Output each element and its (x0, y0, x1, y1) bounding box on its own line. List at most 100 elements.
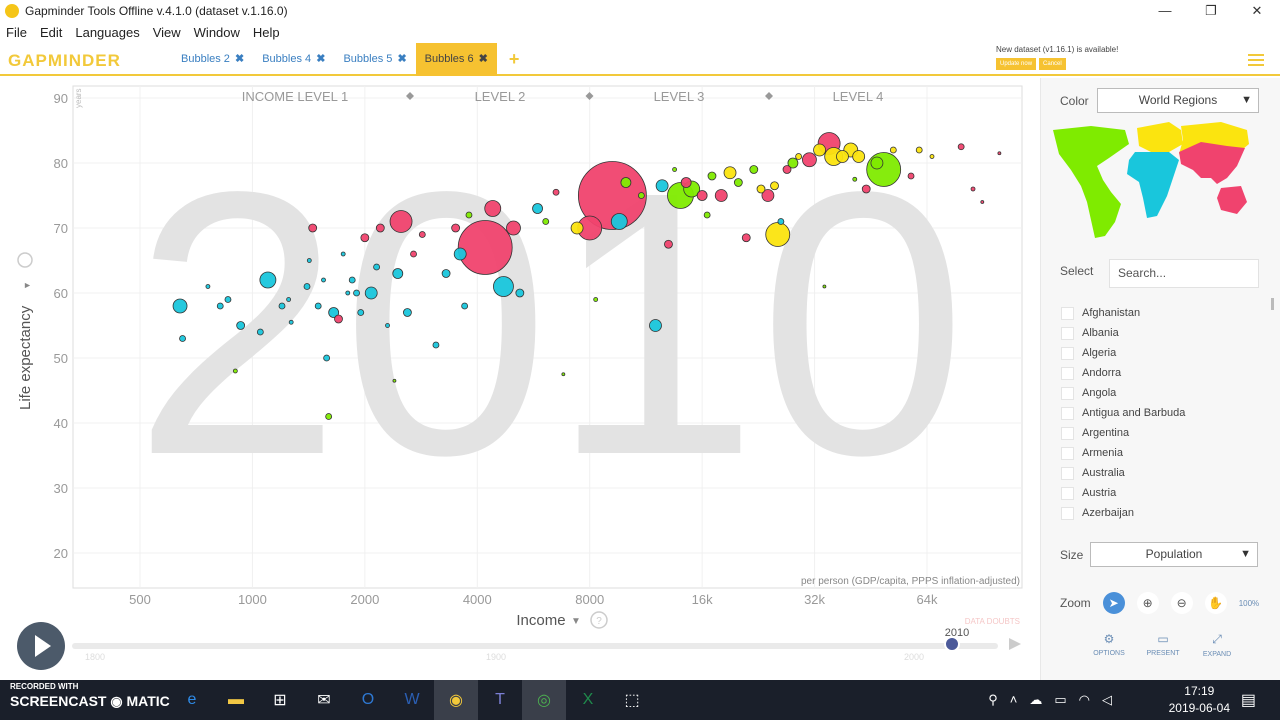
close-tab-icon[interactable]: ✖ (235, 53, 244, 65)
bubble[interactable] (957, 143, 965, 151)
bubble[interactable] (357, 309, 365, 316)
y-axis-caret-icon[interactable]: ▼ (22, 281, 32, 290)
word-icon[interactable]: W (390, 680, 434, 720)
bubble[interactable] (389, 210, 413, 233)
bubble[interactable] (288, 319, 294, 325)
bubble[interactable] (770, 181, 779, 191)
bubble[interactable] (593, 297, 599, 302)
tab-bubbles-2[interactable]: Bubbles 2 ✖ (172, 43, 253, 76)
store-icon[interactable]: ⊞ (258, 680, 302, 720)
bubble[interactable] (649, 319, 662, 332)
bubble[interactable] (782, 165, 792, 174)
bubble[interactable] (672, 167, 677, 172)
bubble[interactable] (970, 186, 976, 192)
bubble[interactable] (286, 297, 292, 302)
bubble[interactable] (756, 184, 766, 194)
bubble[interactable] (822, 284, 827, 289)
bubble[interactable] (532, 203, 543, 214)
add-tab-icon[interactable]: + (497, 43, 532, 76)
play-button[interactable] (17, 622, 65, 670)
close-button[interactable]: ✕ (1234, 0, 1280, 22)
bubble[interactable] (385, 323, 390, 328)
maximize-button[interactable]: ❐ (1188, 0, 1234, 22)
bubble[interactable] (813, 143, 826, 157)
x-axis-label[interactable]: Income (516, 612, 565, 629)
size-dropdown[interactable]: Population ▼ (1090, 542, 1258, 567)
zoom-out-icon[interactable]: ⊖ (1170, 592, 1193, 614)
bubble[interactable] (392, 268, 404, 279)
bubble[interactable] (861, 184, 871, 194)
bubble[interactable] (664, 239, 673, 249)
bubble[interactable] (915, 146, 923, 154)
checkbox[interactable] (1061, 386, 1074, 400)
checkbox[interactable] (1061, 306, 1074, 320)
menu-file[interactable]: File (0, 25, 34, 40)
bubble[interactable] (997, 151, 1002, 156)
list-item[interactable]: Albania (1061, 323, 1261, 343)
close-tab-icon[interactable]: ✖ (316, 53, 325, 65)
bubble[interactable] (570, 221, 584, 235)
bubble[interactable] (278, 302, 286, 310)
battery-icon[interactable]: ▭ (1054, 692, 1066, 708)
menu-window[interactable]: Window (188, 25, 247, 40)
bubble[interactable] (205, 284, 211, 289)
x-axis-caret-icon[interactable]: ▼ (571, 616, 581, 627)
zoom-in-icon[interactable]: ⊕ (1136, 592, 1159, 614)
list-item[interactable]: Australia (1061, 463, 1261, 483)
bubble[interactable] (373, 263, 380, 271)
menu-help[interactable]: Help (247, 25, 287, 40)
color-dropdown[interactable]: World Regions ▼ (1097, 88, 1259, 113)
bubble[interactable] (451, 223, 461, 233)
list-item[interactable]: Azerbaijan (1061, 503, 1261, 523)
taskbar-clock[interactable]: 17:19 2019-06-04 (1169, 683, 1230, 717)
bubble[interactable] (375, 223, 385, 233)
bubble[interactable] (224, 296, 232, 303)
minimize-button[interactable]: — (1142, 0, 1188, 22)
bubble[interactable] (733, 178, 743, 187)
bubble[interactable] (303, 283, 311, 290)
search-input[interactable]: Search... (1109, 259, 1259, 288)
bubble[interactable] (655, 179, 669, 193)
bubble[interactable] (461, 302, 469, 310)
chrome-icon[interactable]: ◎ (522, 680, 566, 720)
bubble[interactable] (870, 156, 884, 170)
bubble[interactable] (364, 286, 378, 300)
y-axis-info-icon[interactable] (17, 252, 33, 268)
bubble[interactable] (232, 368, 238, 374)
bubble[interactable] (334, 314, 343, 324)
bubble[interactable] (236, 321, 246, 330)
menu-edit[interactable]: Edit (34, 25, 69, 40)
bubble[interactable] (696, 190, 708, 201)
bubble[interactable] (321, 277, 326, 283)
checkbox[interactable] (1061, 406, 1074, 420)
bubble[interactable] (410, 250, 417, 258)
bubble[interactable] (418, 231, 426, 238)
options-button[interactable]: ⚙ OPTIONS (1091, 632, 1127, 658)
close-tab-icon[interactable]: ✖ (397, 53, 406, 65)
bubble[interactable] (306, 258, 312, 263)
bubble[interactable] (340, 251, 346, 257)
timeline-forward-icon[interactable] (1009, 638, 1021, 650)
list-item[interactable]: Afghanistan (1061, 303, 1261, 323)
bubble[interactable] (802, 152, 817, 168)
bubble[interactable] (741, 233, 751, 243)
list-item[interactable]: Algeria (1061, 343, 1261, 363)
bubble[interactable] (723, 166, 737, 180)
gapminder-logo[interactable]: GAPMINDER (8, 51, 121, 71)
people-icon[interactable]: ⚲ (988, 692, 998, 708)
bubble[interactable] (308, 223, 318, 233)
checkbox[interactable] (1061, 346, 1074, 360)
list-item[interactable]: Armenia (1061, 443, 1261, 463)
bubble[interactable] (929, 154, 935, 159)
data-doubts-link[interactable]: DATA DOUBTS (965, 617, 1020, 626)
checkbox[interactable] (1061, 366, 1074, 380)
bubble[interactable] (172, 298, 188, 314)
bubble[interactable] (345, 290, 351, 296)
list-item[interactable]: Austria (1061, 483, 1261, 503)
menu-view[interactable]: View (147, 25, 188, 40)
list-item[interactable]: Andorra (1061, 363, 1261, 383)
bubble[interactable] (323, 354, 331, 362)
present-button[interactable]: ▭ PRESENT (1145, 632, 1181, 658)
volume-icon[interactable]: ◁ (1102, 692, 1112, 708)
checkbox[interactable] (1061, 506, 1074, 520)
